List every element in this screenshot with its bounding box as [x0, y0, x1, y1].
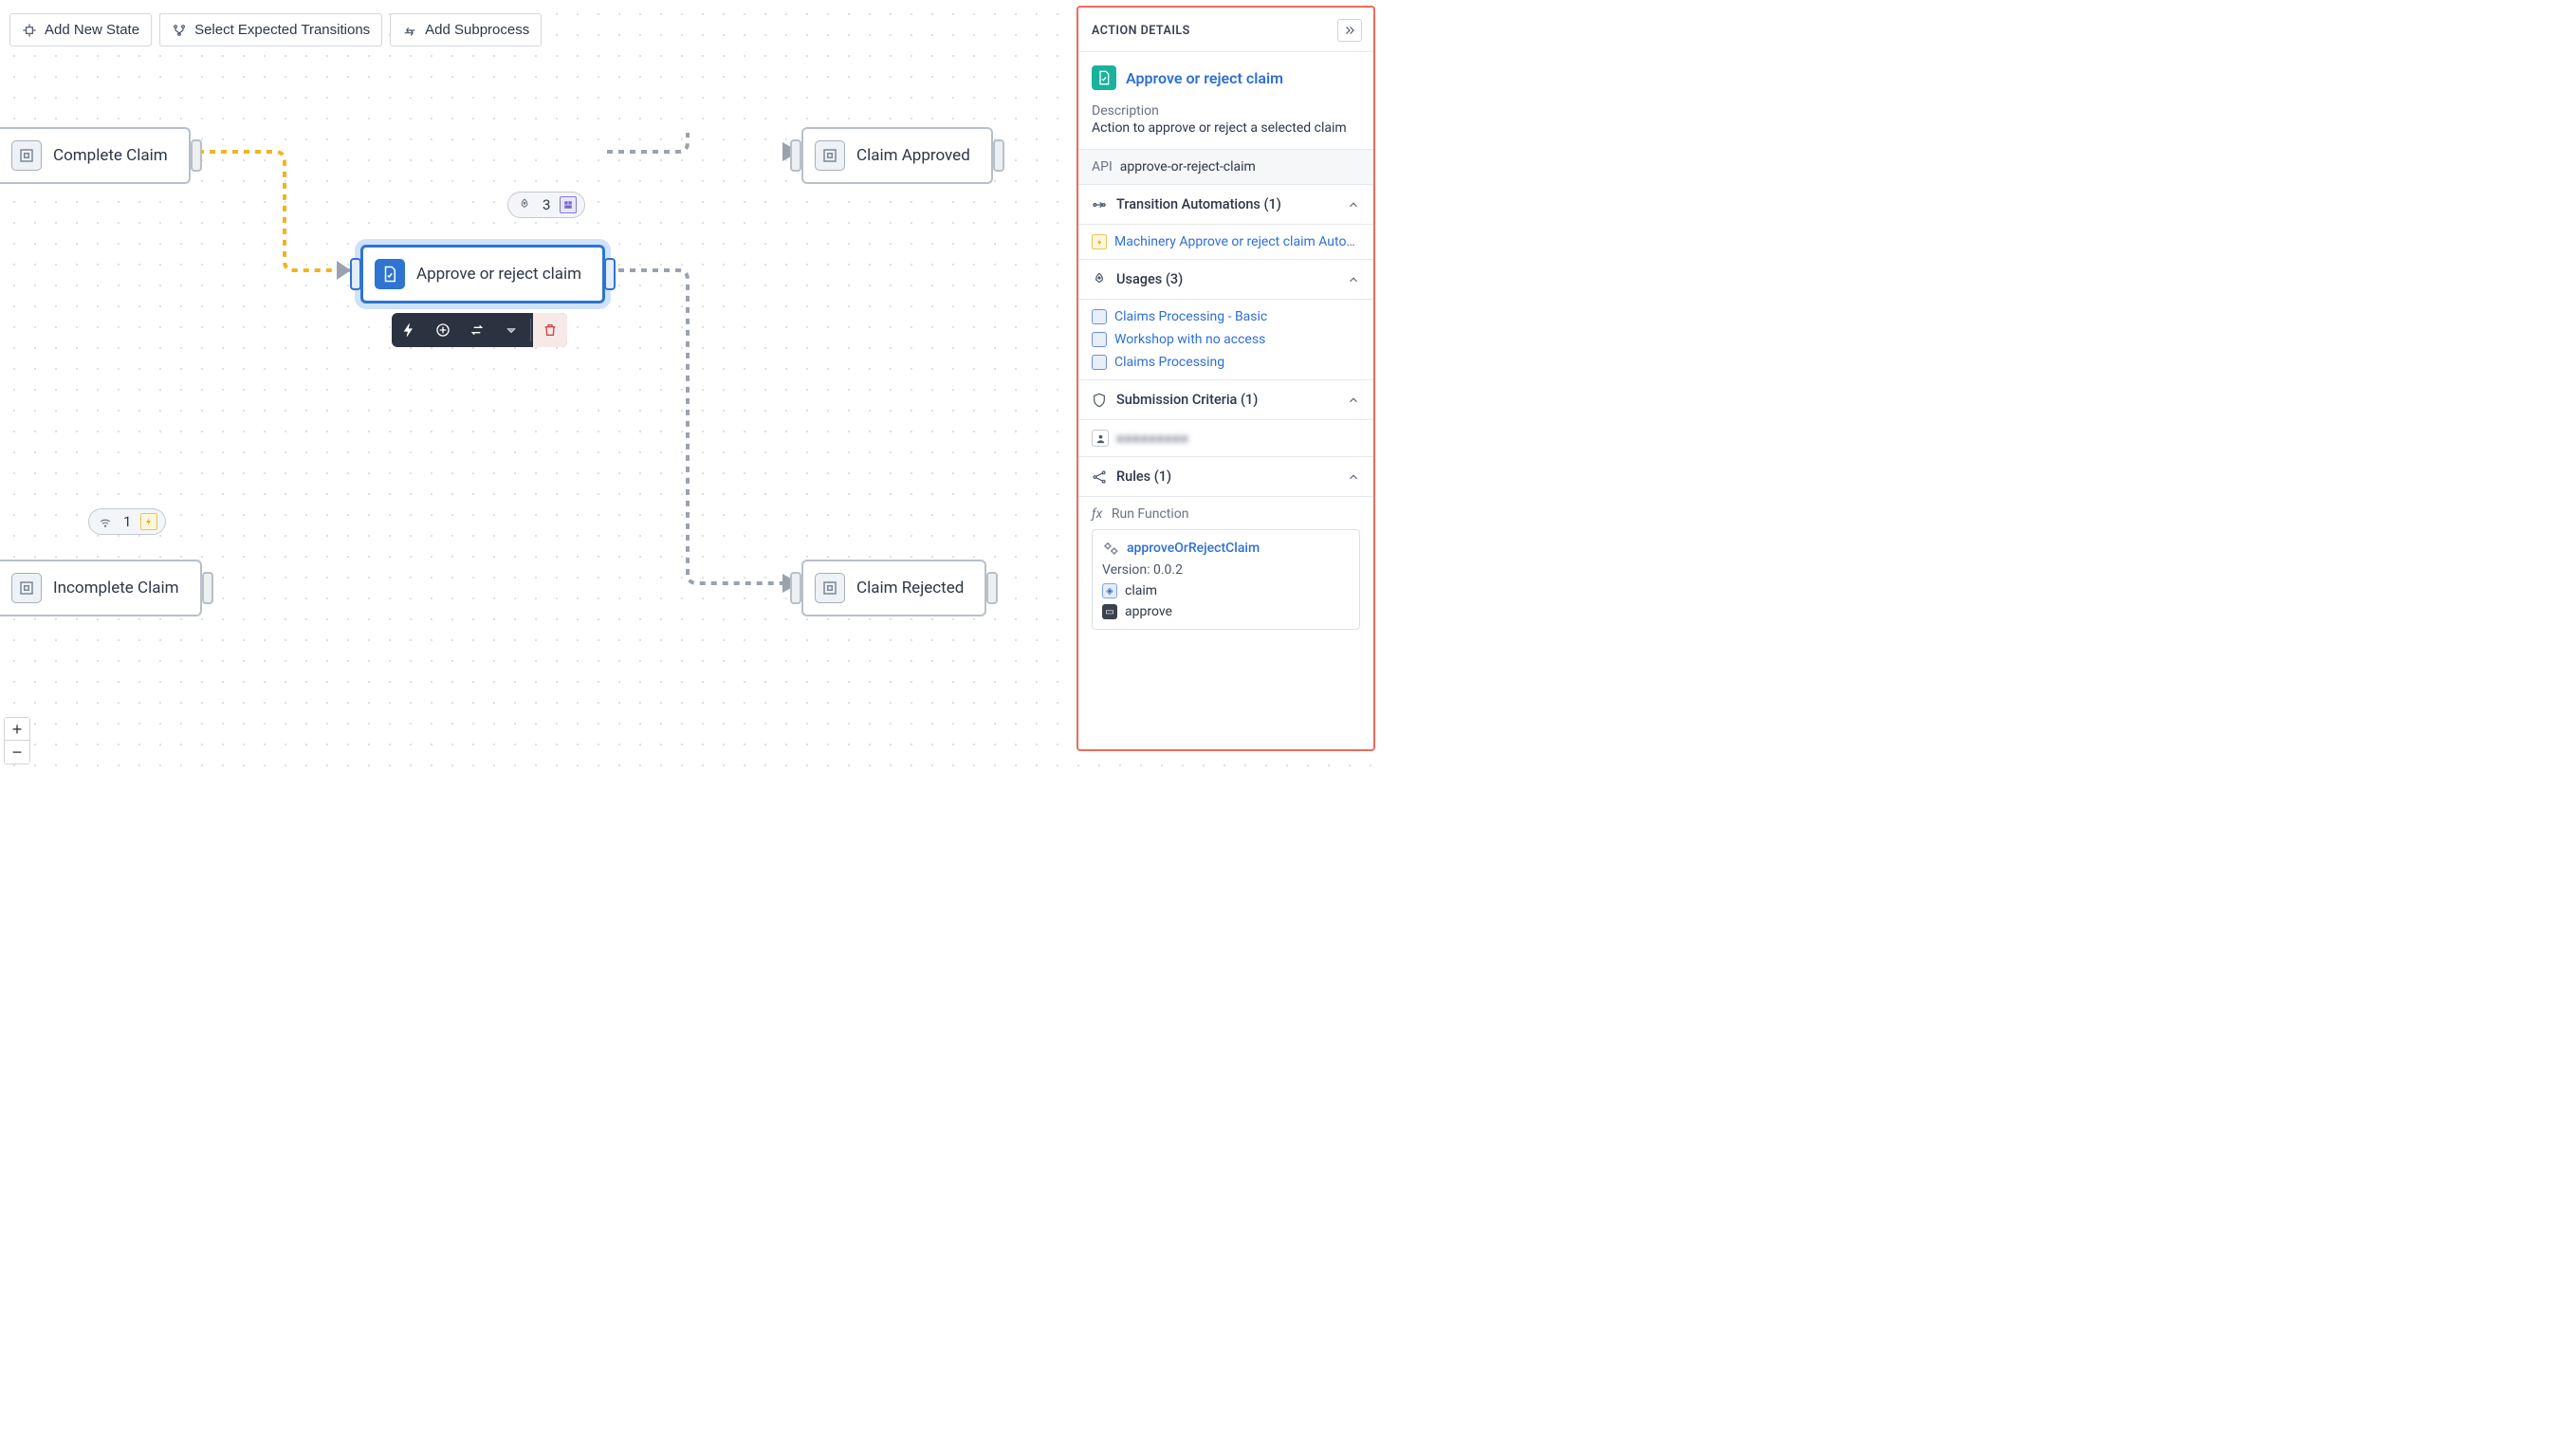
module-icon — [1092, 355, 1107, 370]
label: Add Subprocess — [425, 22, 529, 38]
usage-link[interactable]: Workshop with no access — [1114, 332, 1265, 347]
label: Add New State — [45, 22, 139, 38]
document-check-icon — [1092, 65, 1116, 90]
function-version: Version: 0.0.2 — [1102, 562, 1350, 578]
node-label: Approve or reject claim — [416, 265, 581, 284]
panel-title: ACTION DETAILS — [1092, 24, 1190, 38]
section-label: Transition Automations (1) — [1116, 196, 1281, 212]
delete-button[interactable] — [533, 313, 567, 347]
param: approve — [1125, 604, 1172, 619]
port-out[interactable] — [993, 139, 1004, 172]
state-icon — [11, 140, 42, 171]
section-usages[interactable]: Usages (3) — [1078, 260, 1373, 300]
divider — [530, 319, 531, 341]
subprocess-icon — [402, 23, 417, 38]
node-label: Incomplete Claim — [53, 579, 179, 598]
count: 1 — [123, 513, 131, 530]
port-in[interactable] — [790, 139, 801, 172]
section-label: Submission Criteria (1) — [1116, 392, 1258, 408]
document-check-icon — [375, 259, 405, 289]
port-out[interactable] — [202, 572, 213, 604]
swap-button[interactable] — [460, 313, 494, 347]
param: claim — [1125, 583, 1157, 598]
section-rules[interactable]: Rules (1) — [1078, 457, 1373, 497]
section-submission-criteria[interactable]: Submission Criteria (1) — [1078, 380, 1373, 420]
state-node-claim-rejected[interactable]: Claim Rejected — [801, 560, 986, 616]
node-label: Claim Rejected — [856, 579, 964, 598]
label: Select Expected Transitions — [194, 22, 370, 38]
bolt-button[interactable] — [392, 313, 426, 347]
count: 3 — [543, 196, 550, 213]
chevron-up-icon — [1347, 470, 1360, 484]
description-label: Description — [1092, 103, 1360, 119]
state-icon — [815, 140, 845, 171]
incomplete-badge[interactable]: 1 — [88, 508, 166, 535]
module-icon — [1092, 332, 1107, 347]
zoom-in-button[interactable]: + — [5, 718, 29, 741]
cube-icon: ◈ — [1102, 583, 1117, 598]
port-in[interactable] — [350, 258, 361, 290]
state-icon — [11, 573, 42, 603]
section-transition-automations[interactable]: Transition Automations (1) — [1078, 185, 1373, 225]
port-out[interactable] — [191, 139, 202, 172]
target-icon — [22, 23, 37, 38]
wifi-icon — [97, 513, 114, 530]
action-details-panel: ACTION DETAILS Approve or reject claim D… — [1076, 6, 1375, 751]
add-new-state-button[interactable]: Add New State — [9, 13, 152, 46]
zoom-out-button[interactable]: − — [5, 741, 29, 763]
function-card: approveOrRejectClaim Version: 0.0.2 ◈ cla… — [1092, 529, 1360, 630]
collapse-panel-button[interactable] — [1337, 19, 1362, 42]
state-node-complete-claim[interactable]: Complete Claim — [0, 127, 191, 184]
submission-criteria-value: ■■■■■■■■■ — [1116, 431, 1188, 447]
chevron-up-icon — [1347, 273, 1360, 286]
port-out[interactable] — [986, 572, 998, 604]
node-label: Claim Approved — [856, 146, 970, 165]
chevron-up-icon — [1347, 394, 1360, 407]
section-label: Rules (1) — [1116, 469, 1171, 485]
canvas-toolbar: Add New State Select Expected Transition… — [9, 13, 542, 46]
description-text: Action to approve or reject a selected c… — [1092, 120, 1360, 136]
fx-icon: ƒx — [1092, 506, 1102, 522]
branch-icon — [172, 23, 187, 38]
chevron-double-right-icon — [1343, 24, 1356, 37]
module-icon — [1092, 309, 1107, 324]
rocket-icon — [516, 196, 533, 213]
zoom-controls: + − — [4, 717, 30, 764]
api-row: API approve-or-reject-claim — [1078, 150, 1373, 185]
gears-icon — [1102, 540, 1119, 557]
node-label: Complete Claim — [53, 146, 168, 165]
api-value: approve-or-reject-claim — [1120, 159, 1256, 175]
field-icon: ▭ — [1102, 604, 1117, 619]
transition-automation-link[interactable]: Machinery Approve or reject claim Auto… — [1114, 234, 1355, 249]
port-out[interactable] — [604, 258, 616, 290]
state-icon — [815, 573, 845, 603]
state-node-incomplete-claim[interactable]: Incomplete Claim — [0, 560, 202, 616]
port-in[interactable] — [790, 572, 801, 604]
bolt-icon — [140, 513, 157, 530]
action-name-link[interactable]: Approve or reject claim — [1126, 69, 1283, 87]
chevron-up-icon — [1347, 198, 1360, 211]
state-node-claim-approved[interactable]: Claim Approved — [801, 127, 993, 184]
usage-link[interactable]: Claims Processing - Basic — [1114, 309, 1267, 324]
person-icon — [1092, 430, 1109, 447]
more-button[interactable] — [494, 313, 528, 347]
usage-link[interactable]: Claims Processing — [1114, 355, 1224, 370]
api-label: API — [1092, 159, 1113, 175]
module-icon — [560, 196, 577, 213]
run-function-label: Run Function — [1112, 506, 1189, 522]
flow-icon — [1092, 197, 1107, 212]
function-name-link[interactable]: approveOrRejectClaim — [1127, 541, 1260, 556]
section-label: Usages (3) — [1116, 271, 1183, 287]
action-node-approve-reject[interactable]: Approve or reject claim — [360, 245, 605, 303]
add-button[interactable] — [426, 313, 460, 347]
rocket-icon — [1092, 272, 1107, 287]
action-badge[interactable]: 3 — [507, 192, 585, 218]
select-expected-transitions-button[interactable]: Select Expected Transitions — [159, 13, 382, 46]
bolt-icon — [1092, 234, 1107, 249]
share-icon — [1092, 469, 1107, 485]
node-context-toolbar — [392, 313, 567, 347]
add-subprocess-button[interactable]: Add Subprocess — [390, 13, 542, 46]
shield-icon — [1092, 393, 1107, 408]
